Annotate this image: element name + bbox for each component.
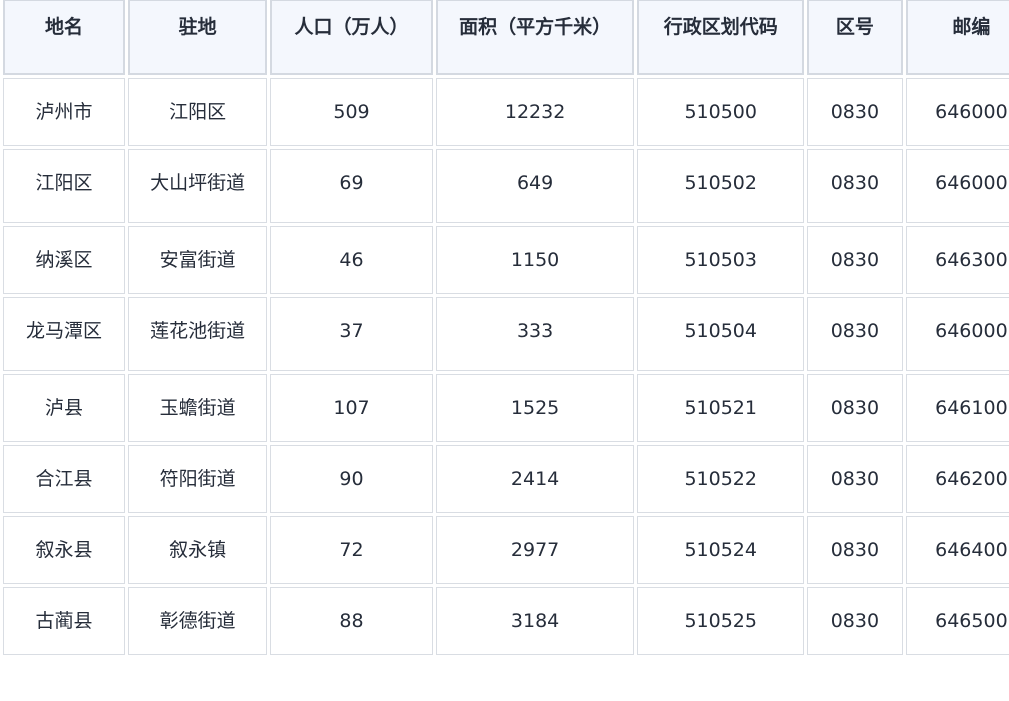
cell-division-code: 510500	[637, 78, 804, 146]
cell-postcode: 646000	[905, 149, 1009, 223]
data-table-container: 地名 驻地 人口（万人） 面积（平方千米） 行政区划代码 区号 邮编 泸州市 江…	[0, 0, 1009, 658]
column-header-division-code[interactable]: 行政区划代码	[637, 0, 804, 75]
cell-name: 纳溪区	[3, 226, 126, 294]
cell-seat: 江阳区	[128, 78, 268, 146]
cell-seat: 安富街道	[128, 226, 268, 294]
data-table: 地名 驻地 人口（万人） 面积（平方千米） 行政区划代码 区号 邮编 泸州市 江…	[0, 0, 1009, 658]
column-header-area-code[interactable]: 区号	[806, 0, 903, 75]
cell-postcode: 646500	[905, 587, 1009, 655]
cell-postcode: 646000	[905, 297, 1009, 371]
cell-area-code: 0830	[806, 149, 903, 223]
cell-division-code: 510524	[637, 516, 804, 584]
cell-area-code: 0830	[806, 445, 903, 513]
cell-name: 泸县	[3, 374, 126, 442]
cell-population: 46	[270, 226, 433, 294]
table-row: 合江县 符阳街道 90 2414 510522 0830 646200	[3, 445, 1009, 513]
cell-postcode: 646100	[905, 374, 1009, 442]
cell-area-code: 0830	[806, 516, 903, 584]
cell-area-code: 0830	[806, 587, 903, 655]
cell-area: 12232	[435, 78, 635, 146]
cell-name: 古蔺县	[3, 587, 126, 655]
cell-postcode: 646400	[905, 516, 1009, 584]
cell-seat: 莲花池街道	[128, 297, 268, 371]
cell-area: 2977	[435, 516, 635, 584]
table-row: 叙永县 叙永镇 72 2977 510524 0830 646400	[3, 516, 1009, 584]
table-row: 古蔺县 彰德街道 88 3184 510525 0830 646500	[3, 587, 1009, 655]
cell-division-code: 510525	[637, 587, 804, 655]
cell-area: 3184	[435, 587, 635, 655]
cell-seat: 叙永镇	[128, 516, 268, 584]
cell-division-code: 510502	[637, 149, 804, 223]
cell-area: 649	[435, 149, 635, 223]
cell-division-code: 510521	[637, 374, 804, 442]
cell-name: 江阳区	[3, 149, 126, 223]
table-body: 泸州市 江阳区 509 12232 510500 0830 646000 江阳区…	[3, 78, 1009, 655]
cell-seat: 符阳街道	[128, 445, 268, 513]
cell-name: 叙永县	[3, 516, 126, 584]
column-header-postcode[interactable]: 邮编	[905, 0, 1009, 75]
cell-area: 2414	[435, 445, 635, 513]
cell-seat: 彰德街道	[128, 587, 268, 655]
cell-population: 69	[270, 149, 433, 223]
column-header-seat[interactable]: 驻地	[128, 0, 268, 75]
cell-division-code: 510522	[637, 445, 804, 513]
cell-name: 龙马潭区	[3, 297, 126, 371]
table-header: 地名 驻地 人口（万人） 面积（平方千米） 行政区划代码 区号 邮编	[3, 0, 1009, 75]
table-row: 江阳区 大山坪街道 69 649 510502 0830 646000	[3, 149, 1009, 223]
cell-seat: 大山坪街道	[128, 149, 268, 223]
cell-area: 1525	[435, 374, 635, 442]
cell-name: 泸州市	[3, 78, 126, 146]
cell-population: 509	[270, 78, 433, 146]
column-header-area[interactable]: 面积（平方千米）	[435, 0, 635, 75]
table-row: 龙马潭区 莲花池街道 37 333 510504 0830 646000	[3, 297, 1009, 371]
table-row: 泸州市 江阳区 509 12232 510500 0830 646000	[3, 78, 1009, 146]
table-row: 纳溪区 安富街道 46 1150 510503 0830 646300	[3, 226, 1009, 294]
cell-population: 107	[270, 374, 433, 442]
cell-area-code: 0830	[806, 78, 903, 146]
cell-population: 72	[270, 516, 433, 584]
table-header-row: 地名 驻地 人口（万人） 面积（平方千米） 行政区划代码 区号 邮编	[3, 0, 1009, 75]
cell-area-code: 0830	[806, 374, 903, 442]
cell-postcode: 646200	[905, 445, 1009, 513]
column-header-name[interactable]: 地名	[3, 0, 126, 75]
cell-division-code: 510503	[637, 226, 804, 294]
column-header-population[interactable]: 人口（万人）	[270, 0, 433, 75]
cell-area: 333	[435, 297, 635, 371]
cell-population: 37	[270, 297, 433, 371]
cell-area-code: 0830	[806, 297, 903, 371]
cell-division-code: 510504	[637, 297, 804, 371]
cell-name: 合江县	[3, 445, 126, 513]
cell-area: 1150	[435, 226, 635, 294]
cell-population: 88	[270, 587, 433, 655]
cell-seat: 玉蟾街道	[128, 374, 268, 442]
cell-area-code: 0830	[806, 226, 903, 294]
table-row: 泸县 玉蟾街道 107 1525 510521 0830 646100	[3, 374, 1009, 442]
cell-postcode: 646300	[905, 226, 1009, 294]
cell-population: 90	[270, 445, 433, 513]
cell-postcode: 646000	[905, 78, 1009, 146]
